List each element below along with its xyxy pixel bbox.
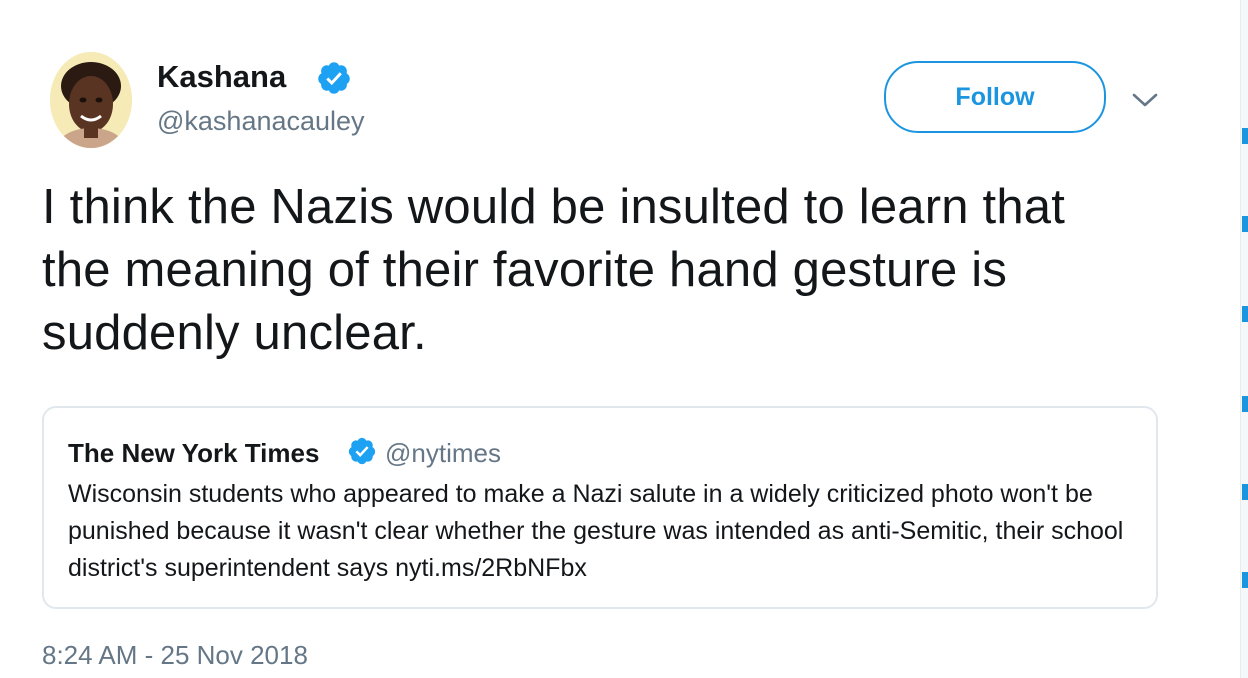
quoted-author-handle: @nytimes	[385, 438, 501, 468]
adjacent-panel-marker	[1242, 306, 1248, 322]
adjacent-panel-marker	[1242, 396, 1248, 412]
author-handle[interactable]: @kashanacauley	[157, 106, 365, 137]
avatar-image	[50, 52, 132, 148]
tweet-page: Kashana @kashanacauley Follow I think th…	[0, 0, 1248, 678]
author-display-name[interactable]: Kashana	[157, 59, 286, 95]
adjacent-panel-marker	[1242, 484, 1248, 500]
chevron-down-icon[interactable]	[1130, 90, 1160, 110]
adjacent-panel-marker	[1242, 128, 1248, 144]
follow-button[interactable]: Follow	[884, 61, 1106, 133]
verified-badge-icon	[348, 437, 376, 465]
quoted-tweet-text: Wisconsin students who appeared to make …	[68, 480, 1124, 582]
adjacent-panel-marker	[1242, 216, 1248, 232]
avatar[interactable]	[50, 52, 132, 148]
adjacent-panel-marker	[1242, 572, 1248, 588]
verified-badge-icon	[318, 62, 350, 94]
quoted-author-name: The New York Times	[68, 438, 320, 468]
quoted-tweet-card[interactable]: The New York Times @nytimes Wisconsin st…	[42, 406, 1158, 609]
tweet-text: I think the Nazis would be insulted to l…	[42, 180, 1066, 360]
tweet-timestamp[interactable]: 8:24 AM - 25 Nov 2018	[42, 640, 308, 671]
